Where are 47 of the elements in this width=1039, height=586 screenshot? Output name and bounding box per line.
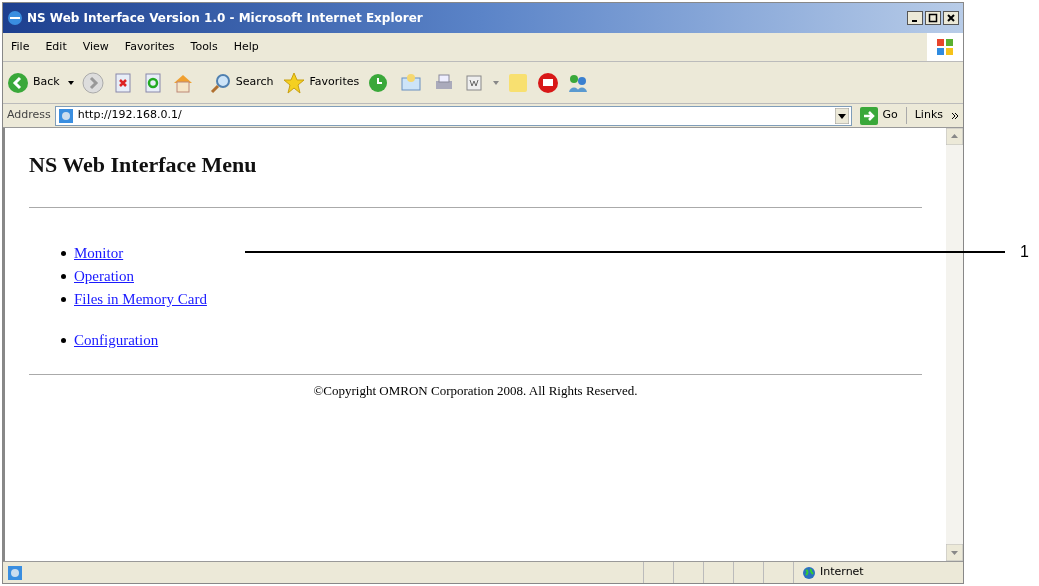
address-field[interactable]: http://192.168.0.1/: [54, 105, 853, 126]
maximize-icon: [928, 13, 938, 23]
zone-text: Internet: [820, 564, 864, 581]
minimize-icon: [910, 20, 920, 22]
menu-item[interactable]: Favorites: [124, 38, 175, 56]
address-label: Address: [7, 107, 51, 124]
menu-link[interactable]: Configuration: [74, 329, 159, 352]
scroll-up-icon[interactable]: [946, 128, 963, 145]
menu-item[interactable]: Tools: [190, 38, 218, 56]
globe-icon: [802, 565, 816, 580]
favorites-button[interactable]: Favorites: [281, 71, 360, 94]
forward-icon[interactable]: [81, 71, 104, 94]
window-title: NS Web Interface Version 1.0 - Microsoft Internet Explorer: [27, 10, 423, 27]
menu-link[interactable]: Monitor: [74, 242, 124, 265]
go-button[interactable]: Go: [856, 106, 902, 125]
menu-item[interactable]: Help: [233, 38, 259, 56]
menu-link[interactable]: Files in Memory Card: [74, 288, 207, 311]
menu-item[interactable]: Edit: [45, 38, 67, 56]
windows-logo-icon: [927, 33, 963, 61]
callout-number: 1: [1020, 242, 1029, 262]
links-button[interactable]: Links: [905, 107, 947, 124]
dropdown-icon[interactable]: [835, 107, 850, 124]
bullet-icon: [61, 297, 66, 302]
dropdown-icon[interactable]: [67, 79, 74, 86]
back-button[interactable]: Back: [7, 71, 60, 94]
history-icon[interactable]: [367, 71, 390, 94]
bullet-icon: [61, 338, 66, 343]
chevron-icon[interactable]: [951, 111, 959, 120]
maximize-button[interactable]: [925, 11, 941, 25]
menu-item[interactable]: View: [82, 38, 109, 56]
scroll-down-icon[interactable]: [946, 544, 963, 561]
menu-item[interactable]: File: [11, 38, 30, 56]
copyright-text: ©Copyright OMRON Corporation 2008. All Rights Reserved.: [313, 382, 638, 400]
bullet-icon: [61, 274, 66, 279]
page-icon: [7, 564, 23, 581]
close-icon: [946, 13, 956, 23]
star-icon: [281, 71, 306, 94]
browser-logo-icon: [7, 10, 23, 26]
search-button[interactable]: Search: [209, 71, 274, 94]
close-button[interactable]: [943, 11, 959, 25]
page-icon: [57, 107, 74, 124]
search-icon: [209, 71, 232, 94]
menu-link[interactable]: Operation: [74, 265, 134, 288]
bullet-icon: [61, 251, 66, 256]
page-heading: NS Web Interface Menu: [29, 151, 257, 179]
minimize-button[interactable]: [907, 11, 923, 25]
vertical-scrollbar[interactable]: [946, 128, 963, 561]
